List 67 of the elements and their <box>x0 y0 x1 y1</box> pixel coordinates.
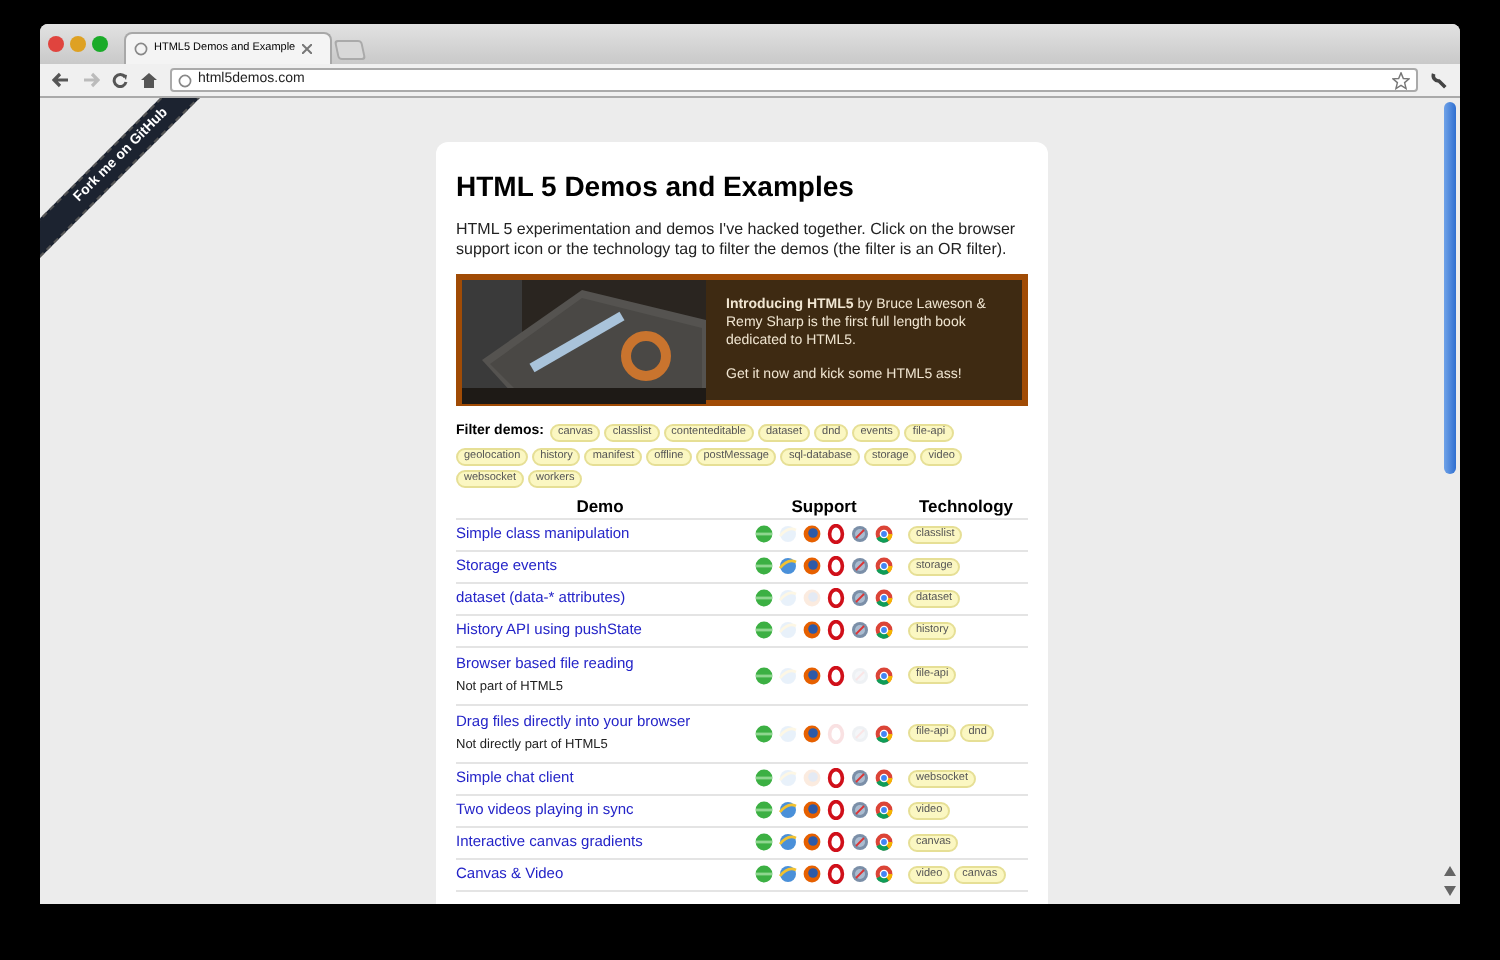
dot-icon[interactable] <box>754 864 774 884</box>
ring-icon[interactable] <box>826 832 846 852</box>
compass-icon[interactable] <box>850 620 870 640</box>
dot-icon[interactable] <box>754 665 774 685</box>
page-title: HTML 5 Demos and Examples <box>456 168 856 206</box>
wrench-icon[interactable] <box>1430 71 1448 89</box>
dot-icon[interactable] <box>754 588 774 608</box>
ring-icon[interactable] <box>826 864 846 884</box>
globe-icon[interactable] <box>778 556 798 576</box>
wheel-icon[interactable] <box>874 620 894 640</box>
circle-badge-icon[interactable] <box>802 665 822 685</box>
scroll-up-icon[interactable] <box>1444 866 1456 876</box>
ring-icon[interactable] <box>826 665 846 685</box>
compass-icon[interactable] <box>850 524 870 544</box>
globe-icon <box>178 73 192 87</box>
circle-badge-icon[interactable] <box>802 524 822 544</box>
compass-icon[interactable] <box>850 864 870 884</box>
column-header: Support <box>789 495 859 517</box>
circle-badge-icon[interactable] <box>802 864 822 884</box>
circle-badge-icon[interactable] <box>802 620 822 640</box>
ring-icon[interactable] <box>826 768 846 788</box>
close-window-button[interactable] <box>48 36 64 52</box>
globe-icon[interactable] <box>778 832 798 852</box>
home-icon[interactable] <box>140 72 158 88</box>
compass-icon[interactable] <box>850 556 870 576</box>
dot-icon[interactable] <box>754 768 774 788</box>
circle-badge-icon[interactable] <box>802 832 822 852</box>
ring-icon[interactable] <box>826 524 846 544</box>
star-icon[interactable] <box>1392 71 1410 89</box>
wheel-icon[interactable] <box>874 524 894 544</box>
compass-icon[interactable] <box>850 832 870 852</box>
ring-icon[interactable] <box>826 620 846 640</box>
circle-badge-icon[interactable] <box>802 556 822 576</box>
back-icon[interactable] <box>52 72 70 88</box>
intro-text: HTML 5 experimentation and demos I've hacked together. Click on the browser support icon or the technology tag to filter the demos (the filter is an OR filter). <box>456 220 1018 260</box>
scrollbar-thumb[interactable] <box>1444 102 1456 474</box>
scroll-down-icon[interactable] <box>1444 886 1456 896</box>
close-icon[interactable] <box>301 44 312 54</box>
wheel-icon[interactable] <box>874 768 894 788</box>
wheel-icon[interactable] <box>874 665 894 685</box>
zoom-window-button[interactable] <box>92 36 108 52</box>
wheel-icon[interactable] <box>874 832 894 852</box>
ring-icon[interactable] <box>826 800 846 820</box>
column-header: Demo <box>574 495 626 517</box>
wheel-icon[interactable] <box>874 588 894 608</box>
circle-badge-icon[interactable] <box>802 723 822 743</box>
dot-icon[interactable] <box>754 723 774 743</box>
dot-icon[interactable] <box>754 620 774 640</box>
reload-icon[interactable] <box>112 72 128 88</box>
dot-icon[interactable] <box>754 832 774 852</box>
wheel-icon[interactable] <box>874 800 894 820</box>
compass-icon[interactable] <box>850 800 870 820</box>
dot-icon[interactable] <box>754 556 774 576</box>
wheel-icon[interactable] <box>874 864 894 884</box>
column-header: Technology <box>916 495 1016 517</box>
dot-icon[interactable] <box>754 524 774 544</box>
compass-icon[interactable] <box>850 588 870 608</box>
dot-icon[interactable] <box>754 800 774 820</box>
globe-icon[interactable] <box>778 864 798 884</box>
globe-icon[interactable] <box>778 800 798 820</box>
compass-icon[interactable] <box>850 768 870 788</box>
globe-icon <box>134 42 148 56</box>
circle-badge-icon[interactable] <box>802 800 822 820</box>
wheel-icon[interactable] <box>874 556 894 576</box>
ring-icon[interactable] <box>826 588 846 608</box>
wheel-icon[interactable] <box>874 723 894 743</box>
ring-icon[interactable] <box>826 556 846 576</box>
